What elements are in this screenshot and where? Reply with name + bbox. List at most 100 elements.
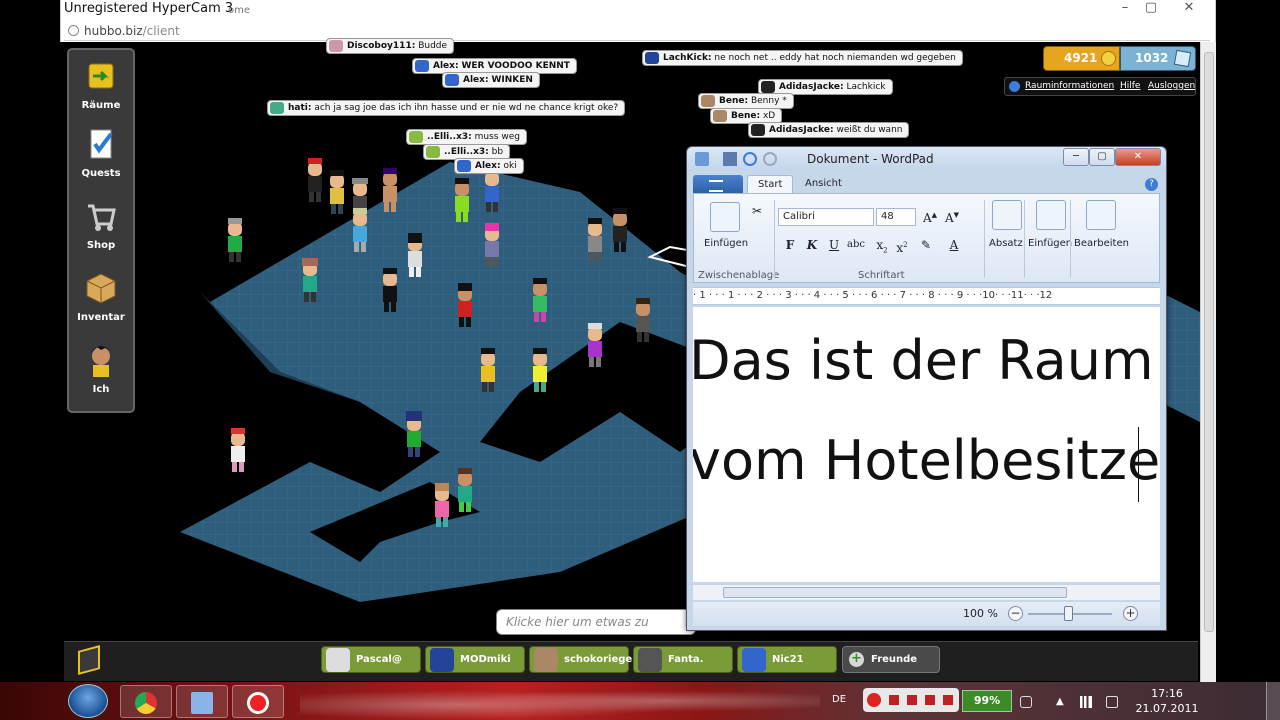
nav-inventory[interactable]: Inventar: [69, 270, 133, 323]
network-icon[interactable]: [1080, 696, 1092, 708]
language-indicator[interactable]: DE: [832, 694, 846, 705]
taskbar-wordpad[interactable]: [176, 685, 228, 718]
taskbar-hypercam[interactable]: [232, 685, 284, 718]
document-line: vom Hotelbesitze: [693, 429, 1160, 492]
italic-button[interactable]: K: [802, 236, 822, 254]
settings-icon[interactable]: [943, 695, 953, 705]
room-info-link[interactable]: Rauminformationen: [1025, 78, 1114, 95]
inventory-icon: [86, 273, 116, 304]
font-color-icon[interactable]: A: [944, 236, 964, 254]
font-size-select[interactable]: 48: [876, 208, 916, 226]
quests-icon: [90, 129, 113, 159]
start-button[interactable]: [68, 684, 108, 718]
friend-button[interactable]: schokoriegel: [529, 646, 636, 673]
zoom-out-button[interactable]: −: [1008, 606, 1023, 621]
highlight-icon[interactable]: ✎: [916, 236, 936, 254]
nav-rooms[interactable]: Räume: [69, 58, 133, 111]
help-icon[interactable]: ?: [1145, 178, 1158, 191]
zoom-in-button[interactable]: +: [1123, 606, 1138, 621]
friend-button[interactable]: MODmiki: [425, 646, 525, 673]
file-menu-button[interactable]: [693, 175, 743, 193]
nav-me-label: Ich: [92, 384, 110, 395]
recorder-watermark: Unregistered HyperCam 3: [64, 1, 234, 16]
redo-icon[interactable]: [763, 152, 777, 166]
chat-bubble: Discoboy111: Budde: [326, 38, 455, 54]
chrome-icon: [135, 692, 157, 714]
font-name-select[interactable]: Calibri: [778, 208, 874, 226]
tab-start[interactable]: Start: [747, 175, 794, 193]
tray-expand-icon[interactable]: ▲: [1056, 696, 1068, 708]
chat-bubble: Alex: oki: [454, 158, 524, 174]
wp-minimize-button[interactable]: ─: [1063, 148, 1089, 166]
tab-view[interactable]: Ansicht: [795, 175, 852, 193]
pause-icon[interactable]: [907, 695, 917, 705]
friends-button[interactable]: + Freunde: [842, 646, 940, 673]
chat-bubble: LachKick: ne noch net .. eddy hat noch n…: [642, 50, 963, 66]
subscript-icon[interactable]: x2: [872, 236, 892, 254]
recorder-controls[interactable]: [863, 688, 959, 712]
grow-font-icon[interactable]: A▲: [920, 206, 940, 225]
nav-quests-label: Quests: [81, 168, 121, 179]
paragraph-button[interactable]: Absatz: [989, 238, 1023, 249]
wp-maximize-button[interactable]: ▢: [1089, 148, 1115, 166]
wordpad-titlebar[interactable]: Dokument - WordPad ─ ▢ ✕: [687, 147, 1166, 171]
paste-icon[interactable]: [710, 202, 740, 232]
ruler[interactable]: · 1 · · · 1 · · · 2 · · · 3 · · · 4 · · …: [693, 287, 1160, 305]
close-recorder-icon[interactable]: [925, 695, 935, 705]
minimize-button[interactable]: –: [1114, 1, 1136, 16]
zoom-slider-thumb[interactable]: [1064, 606, 1073, 621]
superscript-icon[interactable]: x2: [892, 236, 912, 255]
credits-counter[interactable]: 4921: [1043, 46, 1120, 71]
nav-me[interactable]: Ich: [69, 342, 133, 395]
edit-button[interactable]: Bearbeiten: [1074, 238, 1129, 249]
friend-button[interactable]: Pascal@: [321, 646, 421, 673]
help-link[interactable]: Hilfe: [1120, 78, 1140, 95]
document-area[interactable]: Das ist der Raum vom Hotelbesitze: [693, 307, 1160, 582]
clock[interactable]: 17:16 21.07.2011: [1132, 686, 1202, 716]
shop-icon: [88, 204, 116, 231]
nav-quests[interactable]: Quests: [69, 126, 133, 179]
stop-icon[interactable]: [889, 695, 899, 705]
pixels-counter[interactable]: 1032: [1120, 46, 1196, 71]
volume-icon[interactable]: [1106, 696, 1118, 708]
address-bar[interactable]: hubbo.biz/client: [64, 22, 1210, 41]
app-icon[interactable]: [695, 152, 709, 166]
close-button[interactable]: ✕: [1178, 1, 1200, 16]
show-desktop-button[interactable]: [1266, 682, 1280, 720]
zoom-level: 100 %: [963, 607, 998, 620]
logout-link[interactable]: Ausloggen: [1148, 78, 1195, 95]
friend-button[interactable]: Fanta.: [633, 646, 733, 673]
save-icon[interactable]: [723, 152, 737, 166]
cut-icon[interactable]: ✂: [752, 204, 762, 218]
insert-button[interactable]: Einfügen: [1028, 238, 1072, 249]
binoculars-icon[interactable]: [1086, 200, 1116, 230]
paste-button[interactable]: Einfügen: [704, 238, 748, 249]
page-scrollbar[interactable]: [1200, 42, 1216, 682]
document-line: Das ist der Raum: [693, 329, 1154, 392]
window-title: ome: [228, 5, 251, 16]
wp-close-button[interactable]: ✕: [1115, 148, 1161, 166]
wordpad-icon: [191, 692, 213, 714]
horizontal-scrollbar[interactable]: [693, 584, 1160, 600]
battery-indicator[interactable]: 99%: [962, 690, 1012, 712]
underline-button[interactable]: U: [824, 236, 844, 254]
strikethrough-button[interactable]: abc: [846, 236, 866, 254]
cube-icon: [1173, 49, 1192, 68]
friend-button[interactable]: Nic21: [737, 646, 837, 673]
record-icon[interactable]: [867, 693, 881, 707]
taskbar-chrome[interactable]: [120, 685, 172, 718]
wordpad-window[interactable]: Dokument - WordPad ─ ▢ ✕ Start Ansicht ?…: [686, 146, 1167, 631]
info-icon: [1009, 81, 1020, 92]
shrink-font-icon[interactable]: A▼: [942, 206, 962, 225]
insert-icon[interactable]: [1036, 200, 1066, 230]
maximize-button[interactable]: ▢: [1140, 1, 1162, 16]
undo-icon[interactable]: [743, 152, 757, 166]
text-caret: [1138, 427, 1139, 502]
bold-button[interactable]: F: [780, 236, 800, 254]
tray-icon[interactable]: [1020, 696, 1032, 708]
paragraph-icon[interactable]: [992, 200, 1022, 230]
rooms-icon: [88, 63, 114, 89]
coin-icon: [1101, 51, 1116, 66]
chat-input[interactable]: Klicke hier um etwas zu sagen...: [496, 609, 696, 653]
nav-shop[interactable]: Shop: [69, 198, 133, 251]
